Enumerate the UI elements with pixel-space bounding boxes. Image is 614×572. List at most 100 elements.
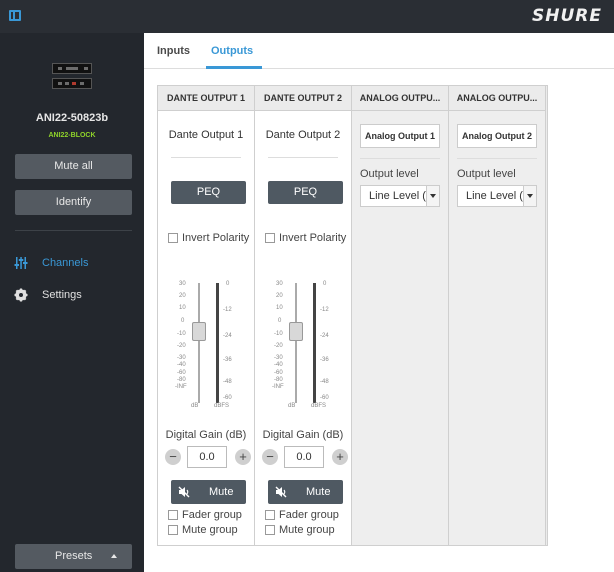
db-tick: 10 — [179, 305, 186, 311]
mute-button[interactable]: Mute — [268, 480, 343, 504]
sidebar-item-settings[interactable]: Settings — [0, 281, 144, 309]
divider — [171, 157, 241, 158]
db-tick: -INF — [175, 384, 187, 390]
db-tick: -20 — [274, 343, 283, 349]
digital-gain-input[interactable]: 0.0 — [187, 446, 227, 468]
channel-name-field[interactable]: Analog Output 1 — [360, 124, 440, 148]
db-tick: -10 — [177, 331, 186, 337]
dbfs-tick: -12 — [320, 307, 329, 313]
mute-group-checkbox[interactable] — [168, 525, 178, 535]
invert-polarity-checkbox[interactable] — [265, 233, 275, 243]
speaker-mute-icon — [275, 486, 287, 498]
db-tick: -40 — [274, 362, 283, 368]
fader-handle[interactable] — [192, 322, 206, 341]
tab-bar: Inputs Outputs — [144, 33, 614, 69]
output-level-value: Line Level (0 — [466, 190, 524, 202]
presets-button[interactable]: Presets — [15, 544, 132, 569]
tab-outputs[interactable]: Outputs — [211, 45, 253, 57]
digital-gain-label: Digital Gain (dB) — [165, 429, 247, 441]
device-image — [52, 63, 92, 91]
sliders-icon — [14, 257, 28, 269]
peq-button[interactable]: PEQ — [171, 181, 246, 204]
channel-header: DANTE OUTPUT 1 — [158, 86, 254, 111]
fader-handle[interactable] — [289, 322, 303, 341]
analog-output-1-column: ANALOG OUTPU... Analog Output 1 Output l… — [352, 86, 449, 545]
output-level-select[interactable]: Line Level (0 — [457, 185, 537, 207]
sidebar-toggle-icon[interactable] — [9, 10, 21, 21]
dbfs-unit-label: dBFS — [214, 403, 230, 409]
chevron-up-icon — [111, 554, 117, 558]
presets-label: Presets — [55, 550, 93, 562]
fader-track — [295, 283, 297, 403]
device-subtitle: ANI22-BLOCK — [48, 132, 96, 139]
tab-inputs[interactable]: Inputs — [157, 45, 190, 57]
invert-polarity-label: Invert Polarity — [182, 232, 250, 244]
analog-output-2-column: ANALOG OUTPU... Analog Output 2 Output l… — [449, 86, 546, 545]
mute-group-label: Mute group — [279, 524, 335, 536]
gain-decrease-button[interactable]: − — [165, 449, 181, 465]
dante-output-1-column: DANTE OUTPUT 1 Dante Output 1 PEQ Invert… — [158, 86, 255, 545]
dbfs-tick: -48 — [320, 379, 329, 385]
fader-group-label: Fader group — [279, 509, 339, 521]
db-unit-label: dB — [288, 403, 296, 409]
gain-increase-button[interactable]: + — [332, 449, 348, 465]
output-level-value: Line Level (0 — [369, 190, 427, 202]
dbfs-tick: -12 — [223, 307, 232, 313]
fader-group-checkbox[interactable] — [168, 510, 178, 520]
gain-fader: 30 20 10 0 -10 -20 -30 -40 -60 -80 -INF … — [270, 281, 340, 416]
output-level-label: Output level — [457, 168, 516, 180]
gear-icon — [14, 288, 28, 302]
mute-button[interactable]: Mute — [171, 480, 246, 504]
dbfs-tick: 0 — [226, 281, 230, 287]
identify-button[interactable]: Identify — [15, 190, 132, 215]
channel-name-field[interactable]: Analog Output 2 — [457, 124, 537, 148]
channel-header: ANALOG OUTPU... — [449, 86, 545, 111]
mute-all-button[interactable]: Mute all — [15, 154, 132, 179]
dbfs-tick: -36 — [223, 357, 232, 363]
mute-label: Mute — [209, 486, 234, 498]
sidebar-item-channels[interactable]: Channels — [0, 249, 144, 277]
gain-fader: 30 20 10 0 -10 -20 -30 -40 -60 -80 -INF … — [173, 281, 243, 416]
output-level-label: Output level — [360, 168, 419, 180]
db-tick: 30 — [276, 281, 283, 287]
sidebar: ANI22-50823b ANI22-BLOCK Mute all Identi… — [0, 33, 144, 572]
mute-group-label: Mute group — [182, 524, 238, 536]
fader-group-label: Fader group — [182, 509, 242, 521]
top-bar: SHURE — [0, 0, 614, 33]
dbfs-unit-label: dBFS — [311, 403, 327, 409]
dbfs-tick: -24 — [223, 333, 232, 339]
db-tick: -80 — [274, 377, 283, 383]
db-tick: -40 — [177, 362, 186, 368]
gain-increase-button[interactable]: + — [235, 449, 251, 465]
digital-gain-input[interactable]: 0.0 — [284, 446, 324, 468]
dbfs-tick: -36 — [320, 357, 329, 363]
mute-label: Mute — [306, 486, 331, 498]
db-tick: -INF — [272, 384, 284, 390]
db-tick: -20 — [177, 343, 186, 349]
db-tick: 0 — [181, 318, 185, 324]
output-level-select[interactable]: Line Level (0 — [360, 185, 440, 207]
dbfs-tick: 0 — [323, 281, 327, 287]
fader-group-checkbox[interactable] — [265, 510, 275, 520]
channel-header: DANTE OUTPUT 2 — [255, 86, 351, 111]
mute-group-checkbox[interactable] — [265, 525, 275, 535]
db-tick: -10 — [274, 331, 283, 337]
channel-name[interactable]: Dante Output 1 — [158, 129, 254, 141]
gain-decrease-button[interactable]: − — [262, 449, 278, 465]
channel-name[interactable]: Dante Output 2 — [255, 129, 351, 141]
dbfs-tick: -48 — [223, 379, 232, 385]
level-meter — [216, 283, 219, 403]
peq-button[interactable]: PEQ — [268, 181, 343, 204]
db-tick: 10 — [276, 305, 283, 311]
speaker-mute-icon — [178, 486, 190, 498]
digital-gain-label: Digital Gain (dB) — [262, 429, 344, 441]
invert-polarity-label: Invert Polarity — [279, 232, 347, 244]
invert-polarity-checkbox[interactable] — [168, 233, 178, 243]
divider — [360, 158, 440, 159]
db-tick: 20 — [179, 293, 186, 299]
db-tick: -80 — [177, 377, 186, 383]
channel-header: ANALOG OUTPU... — [352, 86, 448, 111]
level-meter — [313, 283, 316, 403]
shure-logo: SHURE — [532, 6, 602, 26]
device-name: ANI22-50823b — [35, 112, 109, 124]
